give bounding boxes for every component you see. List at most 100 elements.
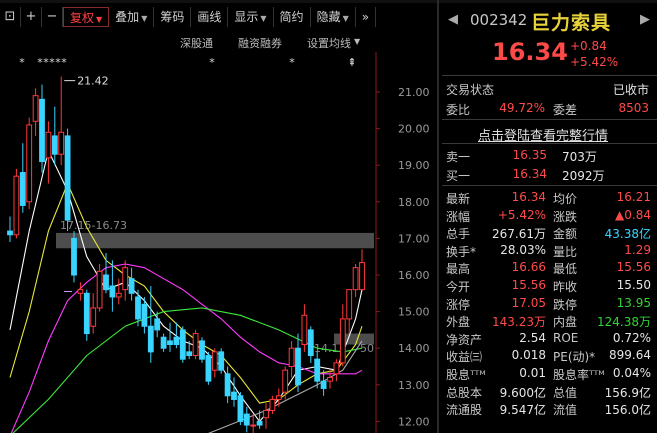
candle-body[interactable] — [32, 95, 39, 122]
candle-body[interactable] — [256, 420, 263, 426]
candle-body[interactable] — [282, 369, 289, 393]
candle-body[interactable] — [51, 135, 58, 155]
candle-body[interactable] — [333, 362, 340, 375]
chevron-down-icon[interactable]: ▼ — [354, 37, 360, 46]
candle-body[interactable] — [7, 230, 13, 236]
candle-body[interactable] — [115, 292, 122, 298]
login-link[interactable]: 点击登陆查看完整行情 — [478, 125, 608, 144]
candle-body[interactable] — [288, 347, 295, 368]
candle-body[interactable] — [295, 347, 301, 386]
stat-value: 0.018 — [511, 348, 546, 363]
candle-body[interactable] — [122, 267, 129, 291]
more-icon[interactable]: » — [356, 7, 377, 27]
candle-body[interactable] — [135, 296, 141, 320]
y-tick-label: 21.00 — [398, 86, 430, 99]
stat-value: 156.9亿 — [604, 385, 651, 400]
candle-body[interactable] — [327, 376, 333, 382]
candle-body[interactable] — [13, 175, 20, 236]
zoom-out-button[interactable]: − — [42, 7, 63, 27]
y-tick-label: 20.00 — [398, 123, 430, 136]
candle-body[interactable] — [346, 289, 353, 320]
event-star-icon[interactable]: * — [209, 56, 215, 69]
divider — [442, 75, 657, 76]
simple-mode-button[interactable]: 简约 — [274, 7, 311, 27]
prev-stock-icon[interactable]: ◀ — [448, 12, 458, 27]
next-stock-icon[interactable]: ▶ — [640, 12, 650, 27]
divider — [442, 119, 657, 120]
event-star-icon[interactable]: * — [289, 56, 295, 69]
stat-value: ▲0.84 — [615, 207, 651, 222]
event-star-icon[interactable]: * — [61, 56, 67, 69]
weicha-value: 8503 — [618, 101, 649, 115]
ma-line-0 — [9, 148, 363, 423]
stat-label: 金额 — [553, 227, 578, 242]
candle-body[interactable] — [231, 391, 237, 400]
candle-body[interactable] — [314, 358, 321, 382]
overlay-dropdown[interactable]: 叠加 ▼ — [109, 7, 155, 27]
candle-body[interactable] — [237, 395, 244, 422]
candle-body[interactable] — [218, 351, 225, 371]
fullscreen-icon[interactable]: ⊡ — [0, 7, 21, 27]
candle-body[interactable] — [250, 424, 257, 427]
candle-body[interactable] — [192, 333, 199, 357]
candle-body[interactable] — [339, 318, 346, 364]
candle-body[interactable] — [275, 395, 282, 400]
adjust-dropdown[interactable]: 复权 ▼ — [63, 7, 110, 27]
candle-body[interactable] — [147, 325, 154, 353]
candle-body[interactable] — [263, 409, 269, 419]
candle-body[interactable] — [109, 285, 116, 298]
chips-button[interactable]: 筹码 — [154, 7, 192, 27]
candle-body[interactable] — [167, 340, 173, 346]
candle-body[interactable] — [64, 135, 71, 221]
stat-label: 均价 — [553, 192, 578, 206]
candle-body[interactable] — [179, 329, 186, 360]
event-star-icon[interactable]: * — [19, 56, 25, 69]
candle-body[interactable] — [320, 380, 327, 389]
candle-body[interactable] — [71, 237, 77, 276]
candle-body[interactable] — [160, 336, 167, 349]
candle-body[interactable] — [359, 262, 365, 291]
candle-body[interactable] — [224, 373, 231, 397]
candle-body[interactable] — [269, 398, 276, 411]
candle-body[interactable] — [96, 270, 103, 309]
candle-body[interactable] — [26, 124, 33, 203]
candle-body[interactable] — [352, 267, 359, 291]
candle-body[interactable] — [19, 172, 26, 206]
candle-body[interactable] — [154, 318, 161, 331]
display-dropdown[interactable]: 显示 ▼ — [228, 7, 274, 27]
candle-body[interactable] — [307, 329, 314, 357]
y-tick-label: 14.00 — [398, 342, 430, 355]
candle-body[interactable] — [199, 340, 205, 360]
chip-band — [56, 232, 374, 249]
candle-body[interactable] — [39, 98, 45, 163]
candle-body[interactable] — [128, 278, 135, 294]
candle-body[interactable] — [103, 274, 109, 291]
change-percent: +5.42% — [570, 55, 619, 69]
stat-value: 16.21 — [616, 190, 651, 204]
toolbar-label: 显示 — [234, 10, 259, 24]
candle-body[interactable] — [77, 289, 84, 294]
stat-label: 收益㈢ — [446, 350, 483, 365]
tab-hk-connect[interactable]: 深股通 — [180, 35, 213, 51]
candle-body[interactable] — [243, 413, 250, 426]
candle-body[interactable] — [205, 355, 212, 382]
candle-body[interactable] — [211, 351, 218, 371]
candle-body[interactable] — [83, 292, 90, 335]
tab-ma-settings[interactable]: 设置均线 — [307, 35, 351, 51]
candle-body[interactable] — [186, 351, 193, 357]
tab-margin-trading[interactable]: 融资融券 — [238, 35, 282, 51]
bid-volume: 2092万 — [562, 169, 605, 183]
y-tick-label: 17.00 — [398, 232, 430, 245]
candle-body[interactable] — [45, 131, 52, 159]
candle-body[interactable] — [58, 131, 65, 155]
zoom-in-button[interactable]: + — [21, 7, 42, 27]
hide-dropdown[interactable]: 隐藏 ▼ — [311, 7, 356, 27]
event-star-icon[interactable]: ⇞ — [347, 56, 356, 69]
candle-body[interactable] — [173, 336, 180, 346]
candle-body[interactable] — [301, 314, 308, 346]
candle-body[interactable] — [141, 303, 148, 327]
draw-line-button[interactable]: 画线 — [191, 7, 229, 27]
candle-body[interactable] — [90, 307, 97, 327]
kline-chart[interactable]: 21.00 20.00 19.00 18.00 17.00 16.00 15.00 14.00… — [0, 52, 436, 433]
stock-name: 巨力索具 — [531, 12, 612, 34]
